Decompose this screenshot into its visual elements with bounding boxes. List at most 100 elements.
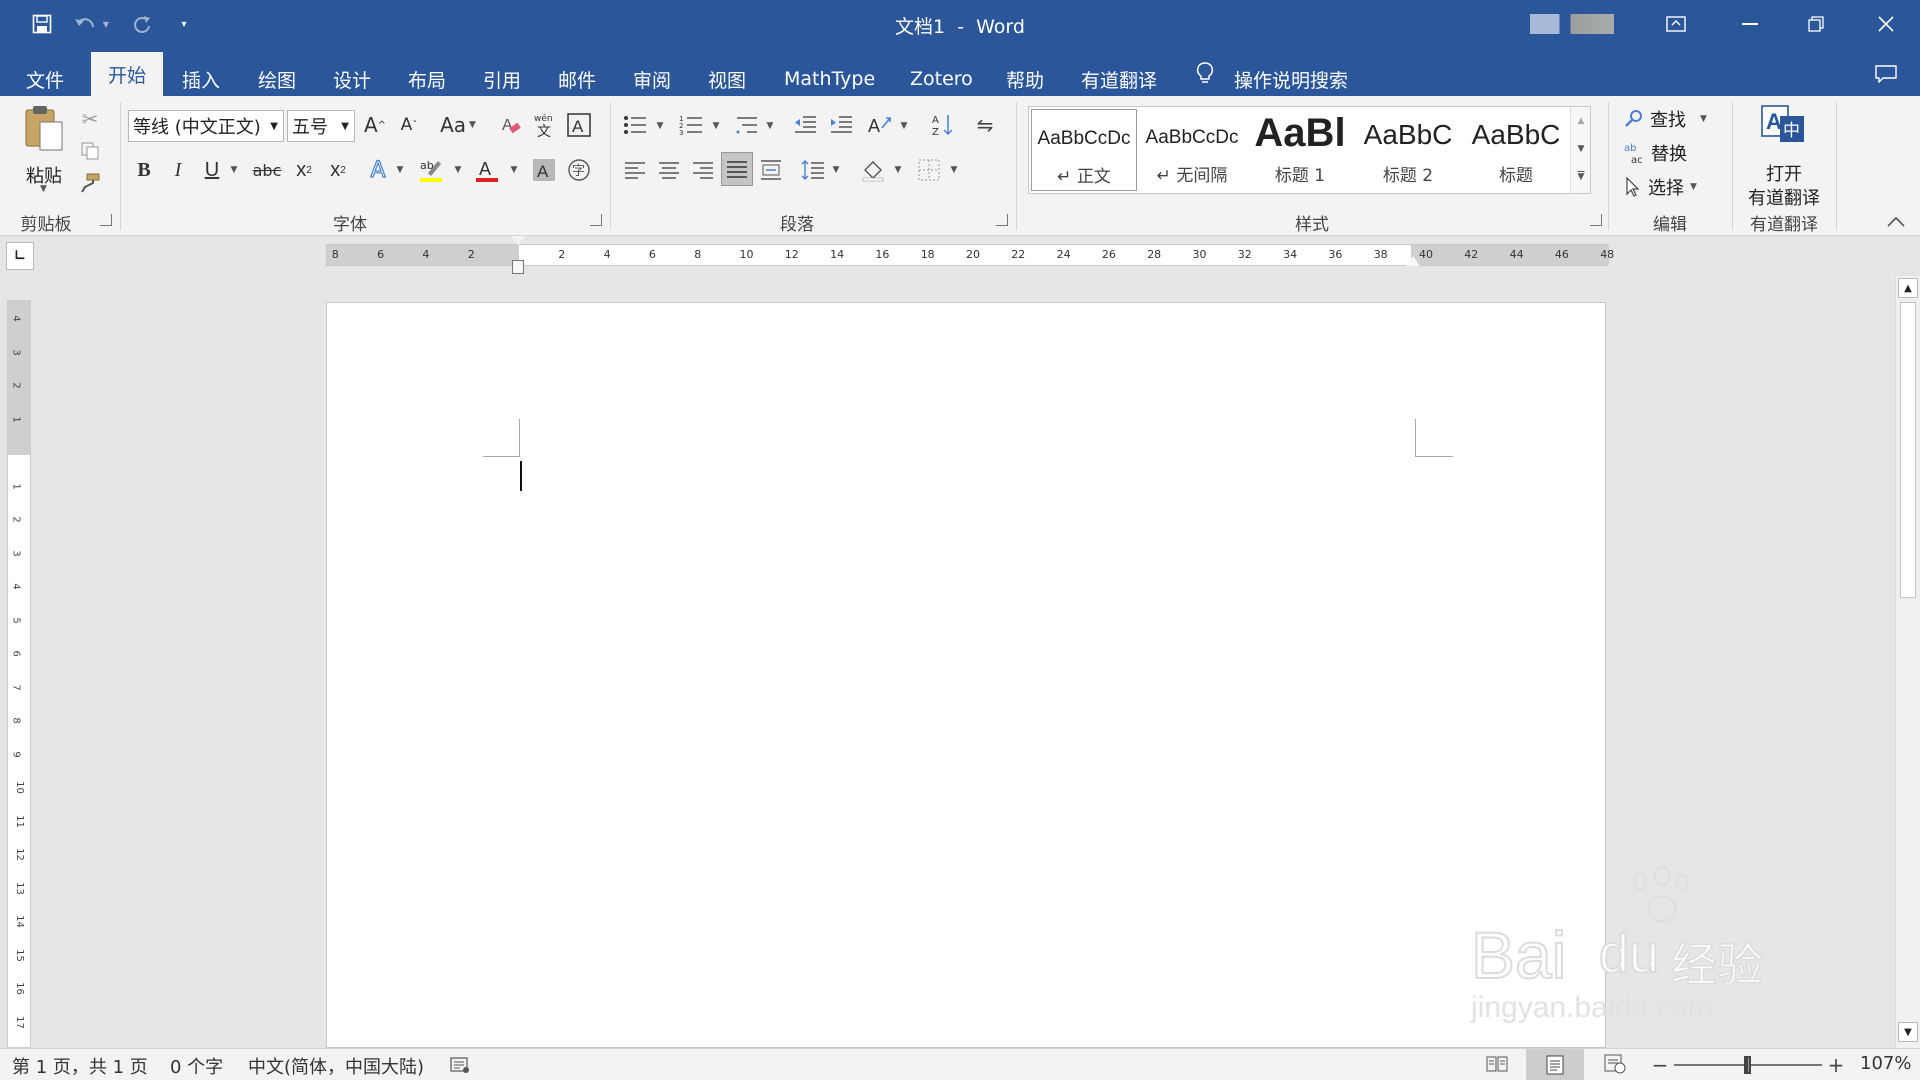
underline-button[interactable]: U [198, 154, 226, 186]
chinese-layout-dropdown-icon[interactable]: ▼ [898, 116, 910, 136]
italic-button[interactable]: I [164, 154, 192, 186]
gallery-more-icon[interactable]: ▼ [1571, 165, 1591, 189]
line-spacing-dropdown-icon[interactable]: ▼ [830, 160, 842, 180]
restore-icon[interactable] [1796, 12, 1836, 36]
change-case-button[interactable]: Aa ▼ [436, 110, 480, 140]
lightbulb-icon[interactable] [1192, 60, 1218, 86]
undo-dropdown-icon[interactable]: ▼ [100, 14, 112, 34]
zoom-slider[interactable] [1674, 1056, 1822, 1074]
decrease-indent-icon[interactable] [790, 110, 820, 140]
open-youdao-button[interactable]: A 中 打开 有道翻译 [1744, 104, 1824, 209]
redo-icon[interactable] [128, 10, 156, 38]
chinese-layout-icon[interactable]: A [866, 110, 896, 140]
tab-mathtype[interactable]: MathType [784, 60, 875, 98]
phonetic-guide-icon[interactable]: wén 文 [530, 110, 560, 140]
style-no-spacing[interactable]: AaBbCcDc ↵ 无间隔 [1139, 109, 1245, 191]
character-shading-icon[interactable]: A [530, 154, 558, 186]
paragraph-dialog-launcher[interactable] [996, 214, 1008, 226]
style-heading-2[interactable]: AaBbC 标题 2 [1355, 109, 1461, 191]
font-name-select[interactable]: 等线 (中文正文) ▼ [128, 110, 284, 142]
tab-insert[interactable]: 插入 [182, 60, 220, 98]
styles-dialog-launcher[interactable] [1590, 214, 1602, 226]
align-right-icon[interactable] [688, 154, 718, 186]
zoom-out-icon[interactable]: − [1650, 1053, 1670, 1077]
grow-font-icon[interactable]: A ^ [362, 110, 388, 140]
multilevel-list-icon[interactable] [732, 110, 762, 140]
paste-dropdown-icon[interactable]: ▼ [40, 184, 47, 194]
vertical-scrollbar[interactable]: ▲ ▼ [1895, 276, 1920, 1048]
tell-me-search[interactable]: 操作说明搜索 [1234, 60, 1348, 98]
enclose-characters-icon[interactable]: 字 [564, 154, 594, 186]
align-center-icon[interactable] [654, 154, 684, 186]
find-button[interactable]: 查找 ▼ [1624, 104, 1707, 134]
font-color-icon[interactable]: A [472, 154, 502, 186]
borders-icon[interactable] [914, 154, 944, 186]
scroll-thumb[interactable] [1900, 302, 1916, 598]
cut-icon[interactable]: ✂ [76, 106, 104, 132]
gallery-down-icon[interactable]: ▼ [1571, 137, 1591, 161]
ribbon-display-options-icon[interactable] [1662, 12, 1690, 36]
language-indicator[interactable]: 中文(简体，中国大陆) [248, 1053, 424, 1079]
font-size-select[interactable]: 五号 ▼ [287, 110, 355, 142]
document-page[interactable]: Bai du 经验 jingyan.baidu.com [326, 302, 1764, 1048]
bullets-icon[interactable] [620, 110, 650, 140]
distributed-icon[interactable] [756, 154, 786, 186]
strikethrough-button[interactable]: abc [250, 154, 284, 186]
clipboard-dialog-launcher[interactable] [100, 214, 112, 226]
style-title[interactable]: AaBbC 标题 [1463, 109, 1569, 191]
shrink-font-icon[interactable]: Aˇ [396, 110, 422, 140]
page-count[interactable]: 第 1 页，共 1 页 [12, 1053, 148, 1079]
bullets-dropdown-icon[interactable]: ▼ [654, 116, 666, 136]
numbering-dropdown-icon[interactable]: ▼ [710, 116, 722, 136]
web-layout-icon[interactable] [1600, 1051, 1630, 1077]
tab-draw[interactable]: 绘图 [258, 60, 296, 98]
highlight-icon[interactable]: ab [416, 154, 446, 186]
text-effects-dropdown-icon[interactable]: ▼ [394, 160, 406, 180]
highlight-dropdown-icon[interactable]: ▼ [452, 160, 464, 180]
line-spacing-icon[interactable] [798, 154, 828, 186]
font-dialog-launcher[interactable] [590, 214, 602, 226]
customize-quick-access-icon[interactable]: ▾ [176, 14, 192, 34]
right-indent-marker[interactable] [1406, 256, 1420, 266]
format-painter-icon[interactable] [76, 170, 104, 196]
save-icon[interactable] [28, 10, 56, 38]
scroll-up-icon[interactable]: ▲ [1898, 278, 1918, 298]
macro-recording-icon[interactable] [448, 1053, 472, 1077]
account-avatar[interactable] [1530, 14, 1614, 34]
font-color-dropdown-icon[interactable]: ▼ [508, 160, 520, 180]
style-heading-1[interactable]: AaBl 标题 1 [1247, 109, 1353, 191]
borders-dropdown-icon[interactable]: ▼ [948, 160, 960, 180]
scroll-down-icon[interactable]: ▼ [1898, 1022, 1918, 1042]
subscript-button[interactable]: x2 [290, 154, 318, 186]
minimize-icon[interactable] [1730, 12, 1770, 36]
tab-file[interactable]: 文件 [26, 60, 64, 98]
tab-review[interactable]: 审阅 [633, 60, 671, 98]
paste-button[interactable]: 粘贴 ▼ [16, 104, 72, 194]
tab-references[interactable]: 引用 [483, 60, 521, 98]
tab-view[interactable]: 视图 [708, 60, 746, 98]
zoom-in-icon[interactable]: + [1826, 1053, 1846, 1077]
align-left-icon[interactable] [620, 154, 650, 186]
zoom-level[interactable]: 107% [1860, 1053, 1911, 1074]
tab-home[interactable]: 开始 [91, 52, 164, 96]
tab-design[interactable]: 设计 [333, 60, 371, 98]
style-normal[interactable]: AaBbCcDc ↵ 正文 [1031, 109, 1137, 191]
vertical-ruler[interactable]: 4 3 2 1 1 2 3 4 5 6 7 8 9 10 11 12 13 14 15 16 17 [7, 300, 31, 1048]
print-layout-icon[interactable] [1526, 1049, 1584, 1080]
close-icon[interactable] [1866, 10, 1906, 38]
bold-button[interactable]: B [130, 154, 158, 186]
clear-formatting-icon[interactable]: A [496, 110, 526, 140]
shading-dropdown-icon[interactable]: ▼ [892, 160, 904, 180]
comments-icon[interactable] [1872, 62, 1900, 86]
tab-selector-icon[interactable]: ∟ [6, 242, 34, 270]
gallery-up-icon[interactable]: ▲ [1571, 109, 1591, 133]
replace-button[interactable]: ab ac 替换 [1624, 138, 1687, 168]
justify-icon[interactable] [721, 152, 753, 186]
collapse-ribbon-icon[interactable] [1882, 212, 1910, 232]
undo-icon[interactable] [70, 10, 100, 38]
tab-youdao[interactable]: 有道翻译 [1081, 60, 1157, 98]
show-formatting-marks-icon[interactable]: ⇋ [970, 110, 1000, 140]
character-border-icon[interactable]: A [564, 110, 594, 140]
multilevel-dropdown-icon[interactable]: ▼ [764, 116, 776, 136]
word-count[interactable]: 0 个字 [170, 1053, 223, 1079]
